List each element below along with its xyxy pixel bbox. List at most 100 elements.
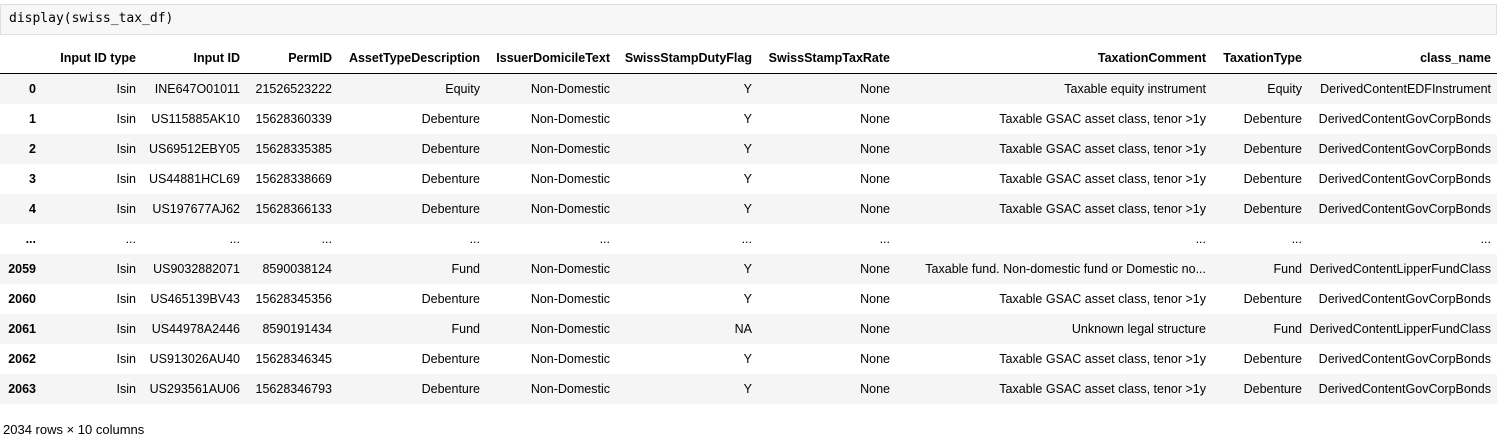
table-row: 2059 Isin US9032882071 8590038124 Fund Non-Do… [0,254,1497,284]
table-cell: None [860,262,890,276]
table-cell: Debenture [421,112,480,126]
table-cell: Taxable GSAC asset class, tenor >1y [999,142,1206,156]
table-cell: US44881HCL69 [148,172,240,186]
table-cell: Isin [116,112,136,126]
table-cell: US293561AU06 [149,382,240,396]
table-cell: Non-Domestic [530,82,610,96]
table-cell: Debenture [1243,172,1302,186]
table-cell: Isin [116,382,136,396]
table-cell: 15628338669 [255,172,332,186]
table-cell: Y [743,262,752,276]
table-cell: None [860,292,890,306]
table-cell: ... [879,232,890,246]
row-index: 2063 [8,382,36,396]
row-index: 0 [29,82,36,96]
column-header: SwissStampTaxRate [758,44,896,74]
table-header-row: Input ID type Input ID PermID AssetTypeDesc… [0,44,1497,74]
column-header: PermID [246,44,338,74]
table-cell: Taxable GSAC asset class, tenor >1y [999,202,1206,216]
table-row: 2061 Isin US44978A2446 8590191434 Fund Non-Do… [0,314,1497,344]
table-cell: None [860,142,890,156]
table-cell: ... [599,232,610,246]
table-cell: Debenture [421,382,480,396]
table-body: 0 Isin INE647O01011 21526523222 Equity Non-Do… [0,73,1497,404]
table-row: 0 Isin INE647O01011 21526523222 Equity Non-Do… [0,73,1497,104]
table-row: 4 Isin US197677AJ62 15628366133 Debenture Non… [0,194,1497,224]
table-row: 2 Isin US69512EBY05 15628335385 Debenture Non… [0,134,1497,164]
table-cell: Y [743,82,752,96]
table-cell: US69512EBY05 [148,142,240,156]
table-row: 3 Isin US44881HCL69 15628338669 Debenture Non… [0,164,1497,194]
table-cell: Isin [116,322,136,336]
table-row: 2062 Isin US913026AU40 15628346345 Debenture… [0,344,1497,374]
table-cell: Isin [116,352,136,366]
table-cell: Debenture [1243,382,1302,396]
table-cell: Isin [116,292,136,306]
table-cell: US115885AK10 [151,112,240,126]
table-cell: None [860,352,890,366]
table-cell: Non-Domestic [530,142,610,156]
table-cell: Debenture [421,292,480,306]
table-cell: Debenture [421,142,480,156]
dataframe-table: Input ID type Input ID PermID AssetTypeDesc… [0,44,1497,404]
table-cell: Y [743,202,752,216]
row-index: 2061 [8,322,36,336]
table-cell: Non-Domestic [530,202,610,216]
table-cell: Debenture [421,172,480,186]
table-cell: None [860,382,890,396]
table-cell: Non-Domestic [530,262,610,276]
row-index: ... [25,232,36,246]
row-index: 4 [29,202,36,216]
table-cell: 8590038124 [262,262,332,276]
table-cell: Unknown legal structure [1071,322,1206,336]
table-cell: DerivedContentLipperFundClass [1309,322,1491,336]
table-cell: ... [469,232,480,246]
table-row: 2060 Isin US465139BV43 15628345356 Debenture… [0,284,1497,314]
column-header: class_name [1308,44,1497,74]
table-cell: Non-Domestic [530,292,610,306]
table-cell: Non-Domestic [530,112,610,126]
table-cell: Fund [1273,262,1303,276]
table-cell: ... [1291,232,1302,246]
table-cell: Fund [1273,322,1303,336]
table-cell: ... [229,232,240,246]
table-cell: Taxable fund. Non-domestic fund or Domes… [925,262,1206,276]
table-row: 1 Isin US115885AK10 15628360339 Debenture Non… [0,104,1497,134]
table-cell: None [860,172,890,186]
table-cell: 15628335385 [255,142,332,156]
row-index: 3 [29,172,36,186]
table-cell: Equity [445,82,480,96]
index-header [0,44,46,74]
row-index: 2060 [8,292,36,306]
table-cell: Y [743,382,752,396]
table-cell: DerivedContentGovCorpBonds [1318,352,1491,366]
column-header: AssetTypeDescription [338,44,486,74]
row-index: 2059 [8,262,36,276]
table-cell: DerivedContentGovCorpBonds [1318,172,1491,186]
table-cell: ... [321,232,332,246]
table-row: ................................. [0,224,1497,254]
dataframe-shape-text: 2034 rows × 10 columns [3,422,145,437]
code-text: display(swiss_tax_df) [9,11,174,26]
table-cell: Non-Domestic [530,352,610,366]
table-cell: Debenture [421,352,480,366]
table-cell: Debenture [1243,292,1302,306]
table-cell: INE647O01011 [154,82,240,96]
table-cell: Isin [116,202,136,216]
table-row: 2063 Isin US293561AU06 15628346793 Debenture… [0,374,1497,404]
column-header: TaxationComment [896,44,1212,74]
table-cell: Y [743,142,752,156]
table-cell: ... [1480,232,1491,246]
table-cell: DerivedContentGovCorpBonds [1318,142,1491,156]
table-cell: US9032882071 [153,262,240,276]
table-cell: Isin [116,262,136,276]
code-cell[interactable]: display(swiss_tax_df) [0,4,1497,35]
table-cell: Debenture [421,202,480,216]
table-cell: Taxable GSAC asset class, tenor >1y [999,112,1206,126]
table-cell: Taxable GSAC asset class, tenor >1y [999,292,1206,306]
table-cell: Taxable equity instrument [1064,82,1206,96]
table-cell: DerivedContentGovCorpBonds [1318,292,1491,306]
table-cell: Y [743,292,752,306]
table-cell: 8590191434 [262,322,332,336]
table-cell: Debenture [1243,202,1302,216]
